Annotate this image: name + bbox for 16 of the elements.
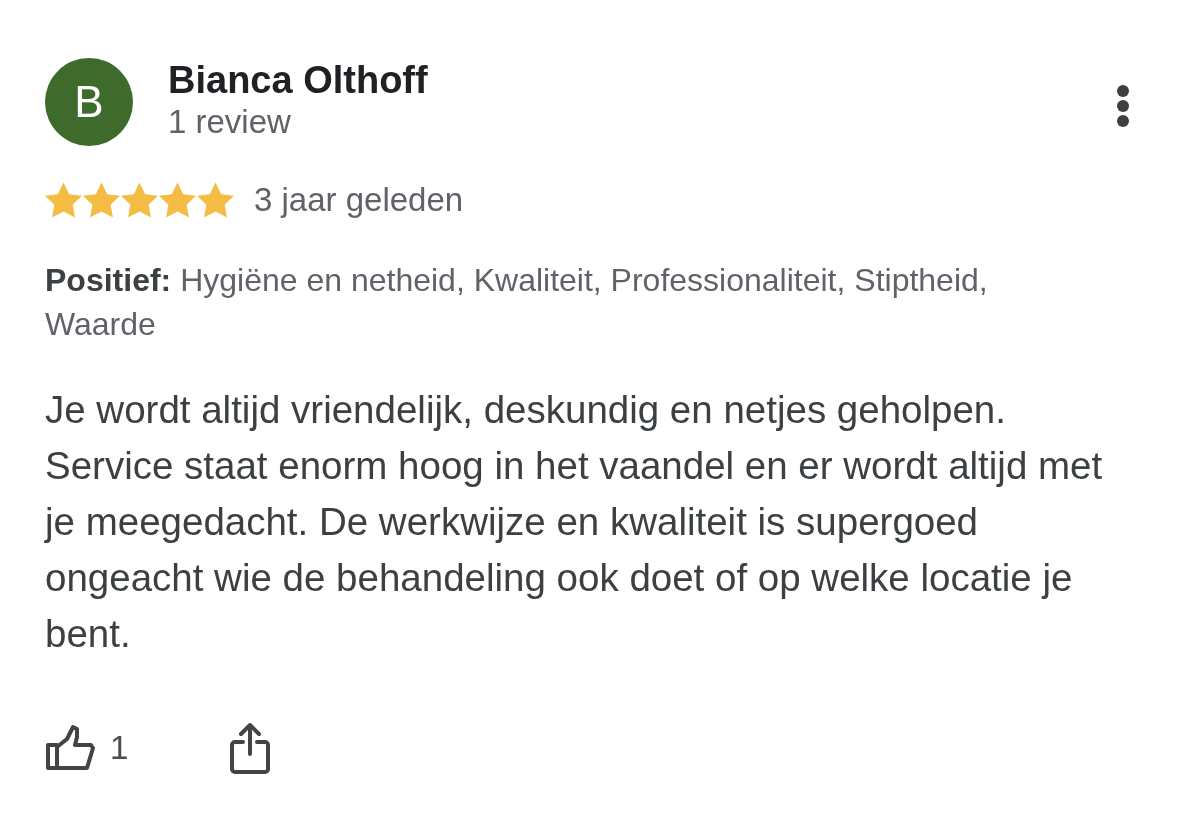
star-icon — [159, 182, 196, 218]
avatar: B — [45, 58, 133, 146]
star-icon — [197, 182, 234, 218]
like-button[interactable]: 1 — [45, 725, 129, 771]
reviewer-name: Bianca Olthoff — [168, 58, 428, 102]
star-icon — [83, 182, 120, 218]
review-count: 1 review — [168, 104, 292, 140]
share-icon — [230, 722, 271, 774]
review-text: Je wordt altijd vriendelijk, deskundig en netjes geholpen. Service staat enorm hoog in het vaandel en er wordt altijd met je meegedacht. De werkwijze en kwaliteit is supergoed ongeacht wie de behandeling ook doet of op welke locatie je bent. — [45, 387, 1104, 657]
review-highlights: Positief: Hygiëne en netheid, Kwaliteit, Professionaliteit, Stiptheid, Waarde — [45, 261, 989, 344]
more-options-icon — [1116, 84, 1130, 128]
thumbs-up-icon — [45, 725, 97, 771]
star-icon — [45, 182, 82, 218]
share-button[interactable] — [230, 722, 271, 774]
review-time: 3 jaar geleden — [254, 180, 464, 220]
star-icon — [121, 182, 158, 218]
